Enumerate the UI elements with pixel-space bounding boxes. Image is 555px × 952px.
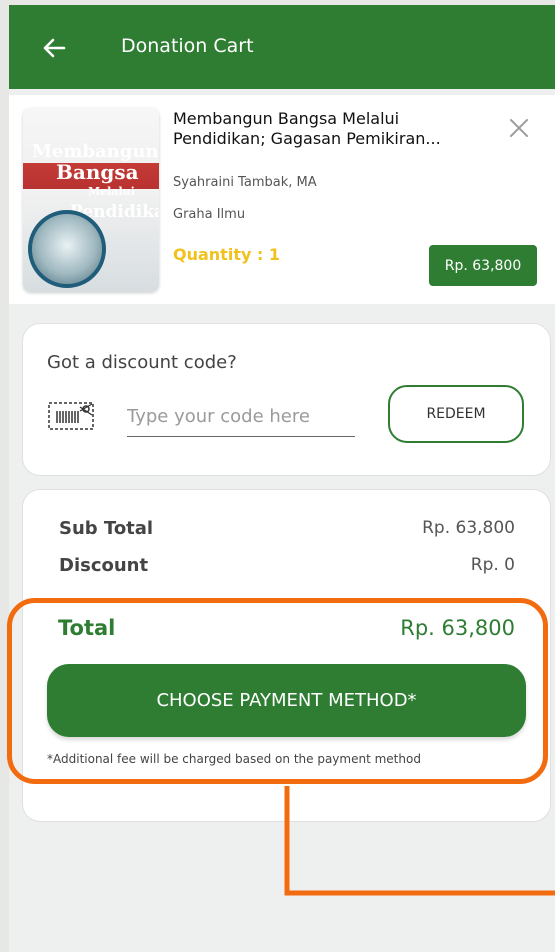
highlight-connector bbox=[284, 786, 555, 896]
